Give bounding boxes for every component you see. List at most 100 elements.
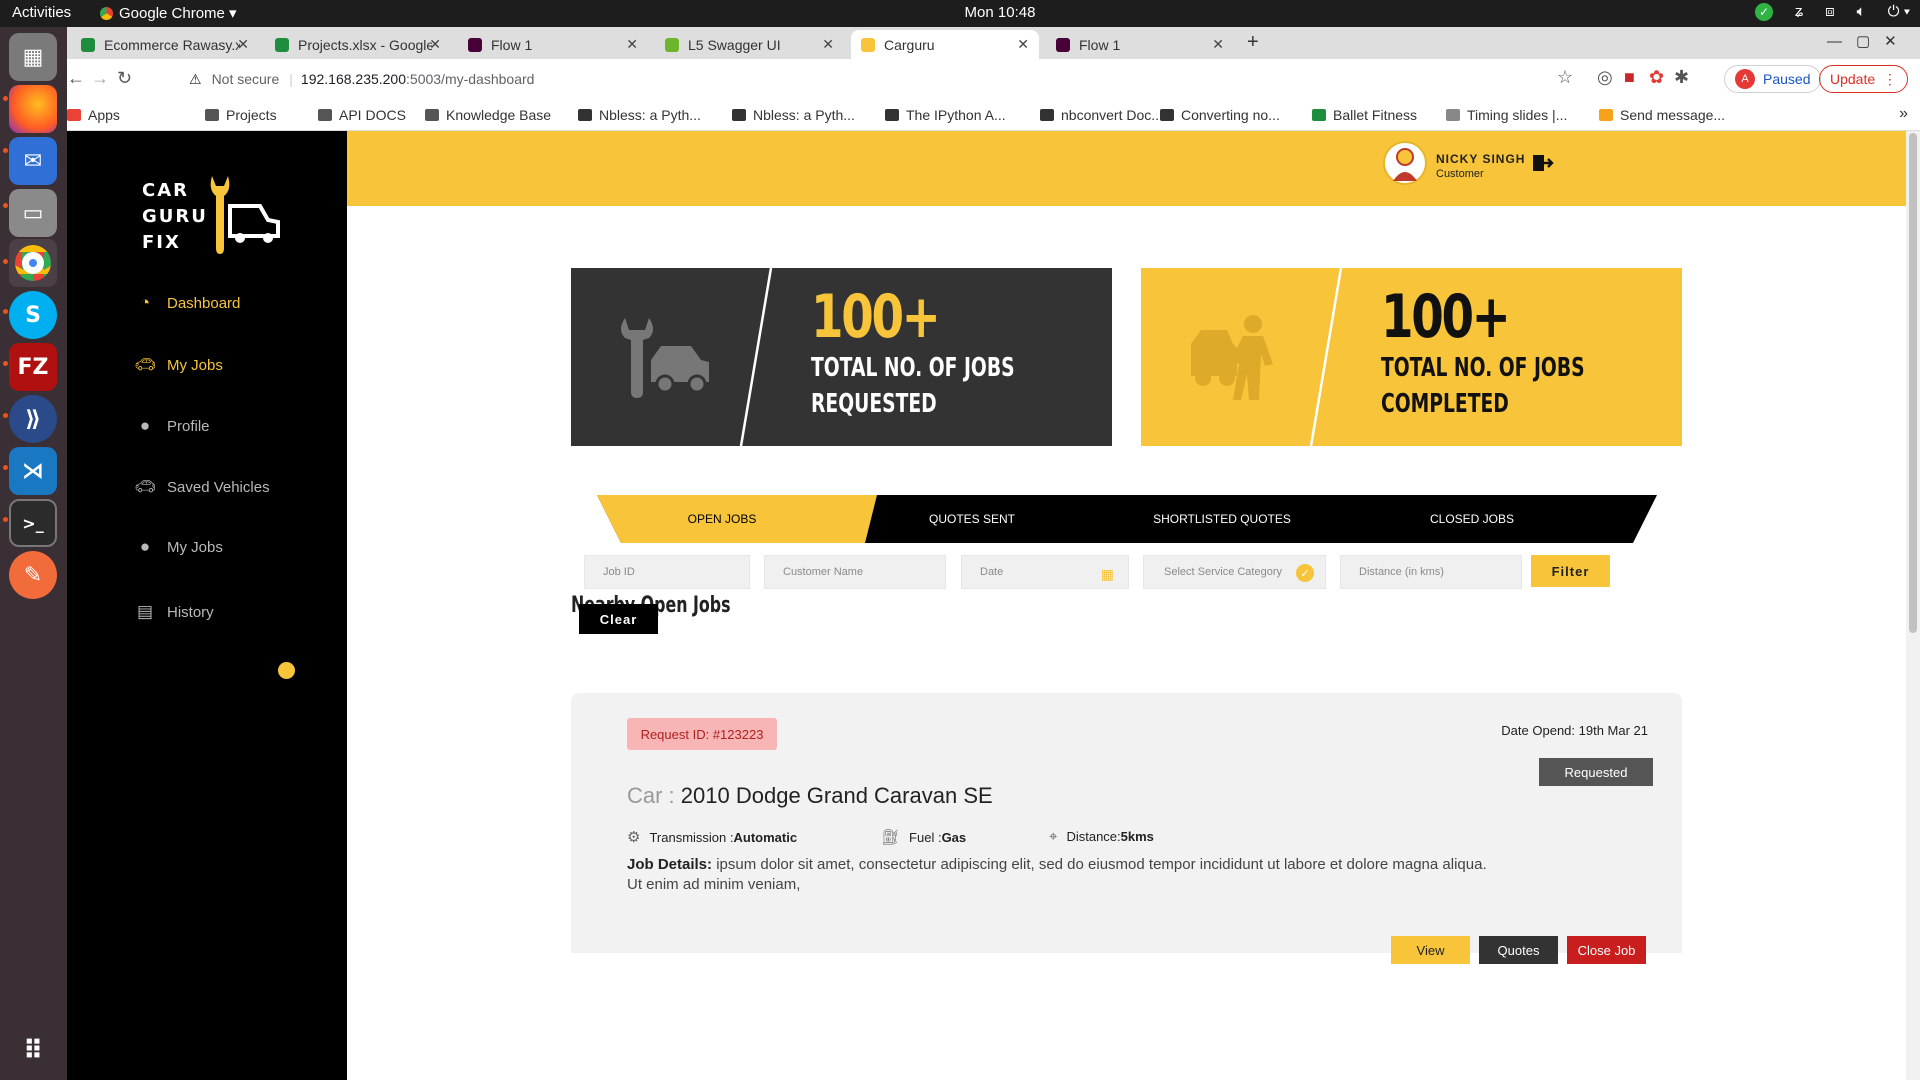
- bookmark-item[interactable]: Converting no...: [1160, 107, 1280, 123]
- clear-button[interactable]: Clear: [579, 604, 658, 634]
- calculator-icon[interactable]: ▦: [9, 33, 57, 81]
- close-tab-icon[interactable]: ✕: [429, 36, 441, 53]
- transmission-label: Transmission :: [649, 829, 734, 845]
- bookmark-item[interactable]: Apps: [67, 107, 120, 123]
- reload-button[interactable]: ↻: [117, 68, 132, 89]
- distance-input[interactable]: Distance (in kms): [1340, 555, 1522, 589]
- back-button[interactable]: ←: [67, 68, 85, 89]
- app-menu[interactable]: Google Chrome ▾: [100, 4, 237, 22]
- scrollbar-thumb[interactable]: [1909, 133, 1917, 633]
- sidebar-item-my-jobs[interactable]: ● My Jobs: [135, 537, 223, 557]
- bookmark-item[interactable]: The IPython A...: [885, 107, 1006, 123]
- bookmark-item[interactable]: Timing slides |...: [1446, 107, 1567, 123]
- bookmark-item[interactable]: Nbless: a Pyth...: [578, 107, 701, 123]
- browser-tab[interactable]: L5 Swagger UI ✕: [655, 30, 844, 59]
- postman-icon[interactable]: ✎: [9, 551, 57, 599]
- url-separator: |: [289, 71, 293, 87]
- sidebar-item-my-jobs[interactable]: 🚗︎ My Jobs: [134, 355, 223, 375]
- tab-quotes-sent[interactable]: QUOTES SENT: [877, 495, 1067, 543]
- avatar[interactable]: [1383, 141, 1427, 185]
- show-apps-icon[interactable]: ⠿: [9, 1027, 57, 1075]
- star-icon[interactable]: ☆: [1557, 67, 1573, 88]
- activities-button[interactable]: Activities: [12, 4, 71, 21]
- check-icon[interactable]: ✓: [1754, 3, 1773, 21]
- flow-icon[interactable]: ʑ: [1795, 3, 1803, 21]
- chevron-down-icon[interactable]: ✓: [1296, 564, 1314, 582]
- bookmark-item[interactable]: Ballet Fitness: [1312, 107, 1417, 123]
- service-category-select[interactable]: Select Service Category ✓: [1143, 555, 1326, 589]
- car-prefix: Car :: [627, 783, 681, 808]
- fuel-icon: ⛽︎: [881, 829, 901, 846]
- calendar-icon[interactable]: ▦: [1101, 566, 1114, 583]
- favicon-icon: [81, 37, 95, 52]
- chrome-dock-icon[interactable]: [9, 239, 57, 287]
- close-tab-icon[interactable]: ✕: [822, 36, 834, 53]
- extension-icon[interactable]: ◎: [1597, 67, 1613, 88]
- sidebar-item-dashboard[interactable]: ◔ Dashboard: [135, 293, 241, 313]
- window-controls[interactable]: —▢✕: [1827, 32, 1911, 50]
- running-indicator: [3, 96, 8, 101]
- close-tab-icon[interactable]: ✕: [1212, 36, 1224, 53]
- close-tab-icon[interactable]: ✕: [1017, 36, 1029, 53]
- tab-closed-jobs[interactable]: CLOSED JOBS: [1377, 495, 1567, 543]
- tab-strip: Ecommerce Rawasy.xlsx -✕Projects.xlsx - …: [67, 27, 1920, 59]
- system-tray[interactable]: ✓ ʑ ⧈ 🔈︎ ⏻ ▾: [1754, 3, 1910, 21]
- view-button[interactable]: View: [1391, 936, 1470, 964]
- bookmark-icon: [1312, 109, 1326, 121]
- address-bar[interactable]: ⚠ Not secure | 192.168.235.200:5003/my-d…: [177, 63, 1657, 95]
- app-icon[interactable]: ⟫: [9, 395, 57, 443]
- distance-placeholder: Distance (in kms): [1359, 566, 1444, 578]
- wrench-car-logo-icon: [210, 176, 280, 254]
- security-label[interactable]: Not secure: [212, 71, 280, 87]
- bookmark-item[interactable]: Knowledge Base: [425, 107, 551, 123]
- filezilla-icon[interactable]: FZ: [9, 343, 57, 391]
- new-tab-button[interactable]: +: [1247, 31, 1259, 54]
- files-icon[interactable]: ▭: [9, 189, 57, 237]
- date-input[interactable]: Date ▦: [961, 555, 1129, 589]
- tab-shortlisted-quotes[interactable]: SHORTLISTED QUOTES: [1127, 495, 1317, 543]
- volume-icon[interactable]: 🔈︎: [1857, 3, 1866, 21]
- terminal-icon[interactable]: >_: [9, 499, 57, 547]
- vscode-icon[interactable]: ⋊: [9, 447, 57, 495]
- close-job-button[interactable]: Close Job: [1567, 936, 1646, 964]
- bookmark-item[interactable]: nbconvert Doc...: [1040, 107, 1163, 123]
- thunderbird-icon[interactable]: ✉: [9, 137, 57, 185]
- more-bookmarks-icon[interactable]: »: [1899, 105, 1908, 123]
- firefox-icon[interactable]: [9, 85, 57, 133]
- bookmark-item[interactable]: Send message...: [1599, 107, 1725, 123]
- browser-tab[interactable]: Projects.xlsx - Google She✕: [265, 30, 451, 59]
- browser-tab[interactable]: Ecommerce Rawasy.xlsx -✕: [71, 30, 259, 59]
- customer-name-input[interactable]: Customer Name: [764, 555, 946, 589]
- tab-open-jobs[interactable]: OPEN JOBS: [627, 495, 817, 543]
- quotes-button[interactable]: Quotes: [1479, 936, 1558, 964]
- clock[interactable]: Mon 10:48: [940, 4, 1060, 21]
- bookmark-item[interactable]: Projects: [205, 107, 277, 123]
- sidebar-item-profile[interactable]: ● Profile: [135, 416, 210, 436]
- extension-icon[interactable]: ✿: [1649, 67, 1664, 88]
- bookmark-label: Knowledge Base: [446, 107, 552, 123]
- scrollbar[interactable]: [1906, 131, 1920, 1080]
- puzzle-icon[interactable]: ✱: [1674, 67, 1689, 88]
- job-id-input[interactable]: Job ID: [584, 555, 750, 589]
- skype-icon[interactable]: S: [9, 291, 57, 339]
- extension-icon[interactable]: ■: [1624, 67, 1635, 88]
- profile-button[interactable]: A Paused: [1724, 65, 1822, 93]
- browser-tab[interactable]: Carguru ✕: [851, 30, 1039, 59]
- logout-icon[interactable]: [1532, 153, 1554, 173]
- sidebar-item-saved-vehicles[interactable]: 🚗︎ Saved Vehicles: [134, 477, 269, 497]
- close-tab-icon[interactable]: ✕: [237, 36, 249, 53]
- network-icon[interactable]: ⧈: [1825, 3, 1835, 21]
- forward-button[interactable]: →: [91, 68, 109, 89]
- bookmark-item[interactable]: API DOCS: [318, 107, 406, 123]
- filter-button[interactable]: Filter: [1531, 555, 1610, 587]
- power-icon[interactable]: ⏻ ▾: [1888, 3, 1910, 21]
- update-button[interactable]: Update ⋮: [1819, 65, 1908, 93]
- browser-tab[interactable]: Flow 1 ✕: [458, 30, 648, 59]
- job-card: Request ID: #123223 Date Opend: 19th Mar…: [571, 693, 1682, 964]
- sidebar-item-history[interactable]: ▤ History: [135, 602, 214, 622]
- close-tab-icon[interactable]: ✕: [626, 36, 638, 53]
- bookmark-item[interactable]: Nbless: a Pyth...: [732, 107, 855, 123]
- browser-tab[interactable]: Flow 1 ✕: [1046, 30, 1234, 59]
- transmission-value: Automatic: [733, 829, 798, 845]
- warning-icon[interactable]: ⚠: [189, 71, 202, 88]
